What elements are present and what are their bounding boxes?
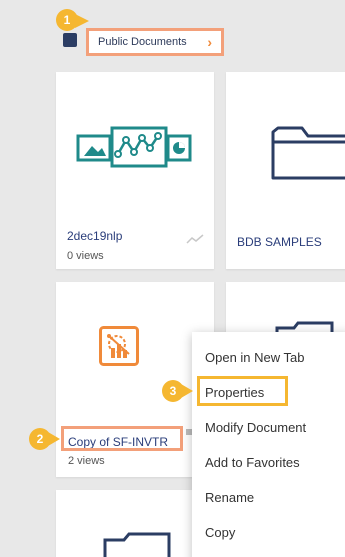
breadcrumb[interactable]: Public Documents ›: [86, 28, 224, 56]
trend-icon: [186, 234, 204, 244]
context-menu: Open in New Tab Properties Modify Docume…: [192, 332, 345, 557]
menu-item-modify-document[interactable]: Modify Document: [205, 420, 306, 435]
tile-title: 2dec19nlp: [67, 229, 123, 243]
menu-item-add-to-favorites[interactable]: Add to Favorites: [205, 455, 300, 470]
menu-item-open-new-tab[interactable]: Open in New Tab: [205, 350, 305, 365]
report-icon: [99, 326, 139, 366]
callout-arrow: [48, 432, 60, 446]
document-browser: Public Documents › 2dec19nlp 0 views BDB…: [0, 0, 345, 557]
documents-icon: [63, 33, 77, 47]
folder-tile[interactable]: [56, 490, 214, 557]
tile-views: 2 views: [68, 455, 105, 467]
breadcrumb-label: Public Documents: [98, 36, 187, 48]
properties-highlight: [197, 376, 288, 406]
tile-title-highlight: [61, 426, 183, 451]
chevron-right-icon: ›: [207, 34, 212, 50]
folder-tile[interactable]: BDB SAMPLES: [226, 72, 345, 269]
menu-item-copy[interactable]: Copy: [205, 525, 235, 540]
callout-arrow: [181, 384, 193, 398]
menu-item-rename[interactable]: Rename: [205, 490, 254, 505]
folder-icon: [271, 126, 345, 180]
tile-title: BDB SAMPLES: [237, 235, 322, 249]
callout-arrow: [75, 14, 89, 28]
tile-views: 0 views: [67, 250, 104, 262]
folder-icon: [103, 532, 171, 557]
document-tile[interactable]: 2dec19nlp 0 views: [56, 72, 214, 269]
chart-dashboard-icon: [76, 126, 192, 168]
